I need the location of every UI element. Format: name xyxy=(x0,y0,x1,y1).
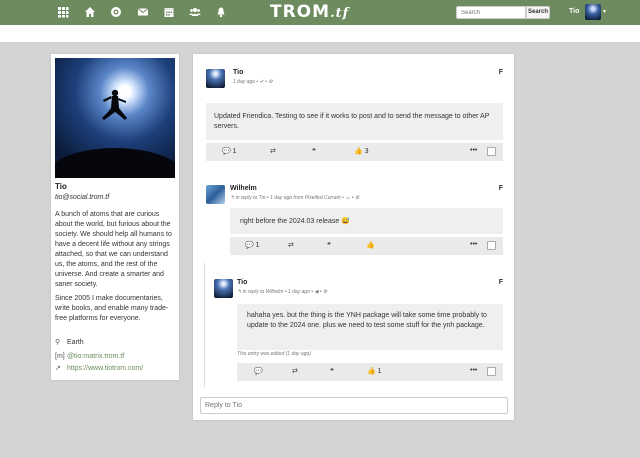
post-author[interactable]: Tio xyxy=(237,279,247,286)
post-body: right before the 2024.03 release 😅 xyxy=(230,208,503,234)
post-header: Tio 1 day ago • ✔ • ⚙ F xyxy=(206,69,503,88)
like-button[interactable]: 👍 xyxy=(366,241,375,249)
external-link-icon: ↗ xyxy=(55,365,61,372)
post-meta[interactable]: 1 day ago • ✔ • ⚙ xyxy=(233,79,273,85)
community-icon[interactable] xyxy=(110,6,122,18)
silhouette-figure xyxy=(102,89,127,120)
notifications-icon[interactable] xyxy=(215,6,227,18)
home-icon[interactable] xyxy=(84,6,96,18)
quote-icon[interactable]: ❝ xyxy=(327,241,331,249)
post-body: hahaha yes. but the thing is the YNH pac… xyxy=(237,304,503,350)
post-actions: 💬 1 ⇄ ❝ 👍 3 ••• xyxy=(206,143,503,161)
post-header: Wilhelm ↰ in reply to Tio • 1 day ago fr… xyxy=(206,185,503,204)
like-button[interactable]: 👍 1 xyxy=(367,367,382,375)
more-options-icon[interactable]: ••• xyxy=(470,241,477,248)
profile-name[interactable]: Tio xyxy=(55,182,67,191)
profile-matrix[interactable]: [m] @tio:matrix.trom.tf xyxy=(55,353,124,360)
profile-website[interactable]: ↗ https://www.tiotrom.com/ xyxy=(55,364,143,372)
map-marker-icon: ⚲ xyxy=(55,339,61,346)
chevron-down-icon[interactable]: ▾ xyxy=(603,8,606,15)
edited-note: This entry was edited (1 day ago) xyxy=(237,351,311,357)
secondary-bar xyxy=(0,25,640,42)
quote-icon[interactable]: ❝ xyxy=(312,147,316,155)
share-icon[interactable]: ⇄ xyxy=(288,241,294,249)
reply-input[interactable] xyxy=(200,397,508,414)
post-author[interactable]: Tio xyxy=(233,69,243,76)
profile-location: ⚲ Earth xyxy=(55,339,84,346)
top-navbar: TROM.tf Search Tio ▾ xyxy=(0,0,640,25)
profile-card: Tio tio@social.trom.tf A bunch of atoms … xyxy=(51,54,179,380)
select-checkbox[interactable] xyxy=(487,241,496,250)
post-author[interactable]: Wilhelm xyxy=(230,185,257,192)
avatar[interactable] xyxy=(214,279,233,298)
comment-button[interactable]: 💬 1 xyxy=(245,241,260,249)
messages-icon[interactable] xyxy=(137,6,149,18)
avatar[interactable] xyxy=(206,69,225,88)
bio-paragraph: A bunch of atoms that are curious about … xyxy=(55,211,172,288)
more-options-icon[interactable]: ••• xyxy=(470,367,477,374)
bio-paragraph: Since 2005 I make documentaries, write b… xyxy=(55,295,169,322)
site-logo[interactable]: TROM.tf xyxy=(270,2,370,22)
post-meta[interactable]: ↰ in reply to Tio • 1 day ago from Pixel… xyxy=(230,195,359,201)
user-menu-name[interactable]: Tio xyxy=(569,8,579,15)
profile-photo[interactable] xyxy=(55,58,175,178)
like-button[interactable]: 👍 3 xyxy=(354,147,369,155)
network-icon[interactable] xyxy=(57,6,69,18)
post-meta[interactable]: ↰ in reply to Wilhelm • 1 day ago • ◀ • … xyxy=(237,289,327,295)
select-checkbox[interactable] xyxy=(487,147,496,156)
quote-icon[interactable]: ❝ xyxy=(330,367,334,375)
comment-button[interactable]: 💬 1 xyxy=(222,147,237,155)
friendica-icon: F xyxy=(498,185,503,192)
more-options-icon[interactable]: ••• xyxy=(470,147,477,154)
profile-bio: A bunch of atoms that are curious about … xyxy=(55,210,177,328)
matrix-icon: [m] xyxy=(55,353,65,360)
friendica-icon: F xyxy=(498,279,503,286)
friendica-icon: F xyxy=(498,69,503,76)
search-button[interactable]: Search xyxy=(526,6,550,19)
contacts-icon[interactable] xyxy=(189,6,201,18)
share-icon[interactable]: ⇄ xyxy=(292,367,298,375)
post-actions: 💬 1 ⇄ ❝ 👍 ••• xyxy=(230,237,503,255)
thread-line xyxy=(204,263,205,387)
profile-address: tio@social.trom.tf xyxy=(55,194,110,201)
select-checkbox[interactable] xyxy=(487,367,496,376)
calendar-icon[interactable] xyxy=(163,6,175,18)
share-icon[interactable]: ⇄ xyxy=(270,147,276,155)
comment-icon[interactable]: 💬 xyxy=(254,367,263,375)
post-actions: 💬 ⇄ ❝ 👍 1 ••• xyxy=(237,363,503,381)
post-body: Updated Friendica. Testing to see if it … xyxy=(206,103,503,140)
user-avatar[interactable] xyxy=(585,4,601,20)
search-input[interactable] xyxy=(456,6,526,19)
avatar[interactable] xyxy=(206,185,225,204)
post-header: Tio ↰ in reply to Wilhelm • 1 day ago • … xyxy=(214,279,503,298)
hill-silhouette xyxy=(55,148,175,178)
